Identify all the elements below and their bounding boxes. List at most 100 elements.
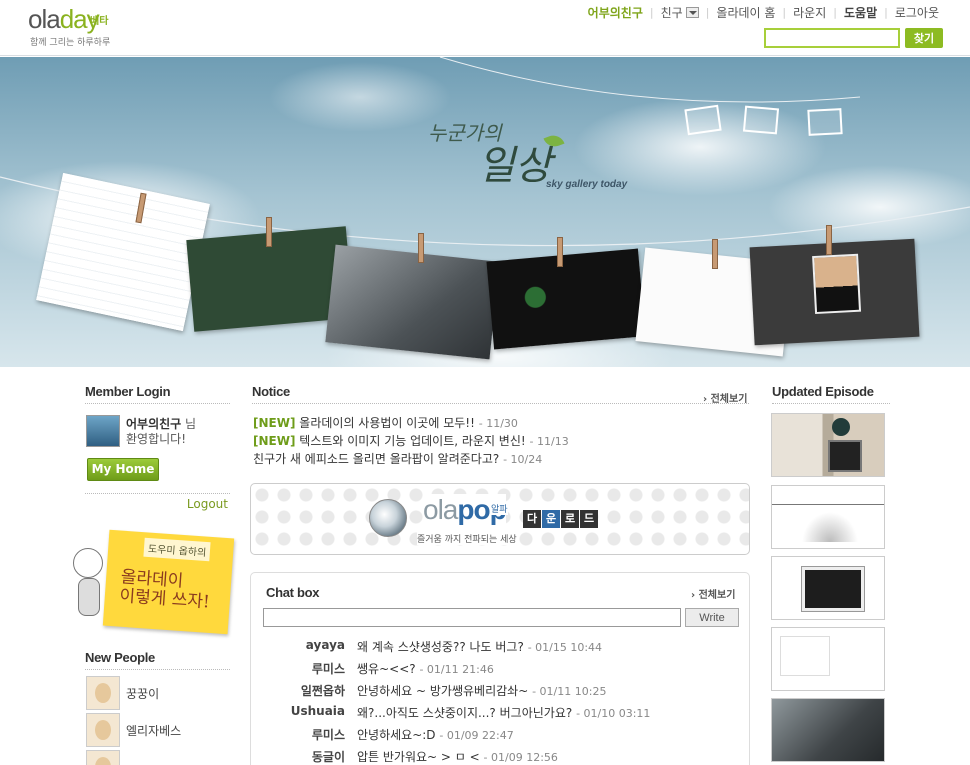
- notice-date: - 11/13: [529, 435, 569, 448]
- chat-row: Ushuaia 왜?...아직도 스샷중이지...? 버그아닌가요? - 01/…: [251, 704, 751, 722]
- chat-message: 왜?...아직도 스샷중이지...? 버그아닌가요? - 01/10 03:11: [357, 704, 650, 721]
- chat-row: ayaya 왜 계속 스샷생성중?? 나도 버그? - 01/15 10:44: [251, 638, 751, 656]
- top-header: oladay 베타 함께 그리는 하루하루 어부의친구 | 친구 | 올라데이 …: [0, 0, 970, 56]
- brand-tagline: 함께 그리는 하루하루: [30, 38, 111, 48]
- chat-user[interactable]: 동글이: [312, 748, 345, 765]
- welcome-text: 환영합니다!: [126, 432, 187, 446]
- notice-item[interactable]: [NEW] 텍스트와 이미지 기능 업데이트, 라운지 변신! - 11/13: [253, 432, 569, 449]
- nav-friends-label: 친구: [660, 6, 683, 20]
- olapop-banner[interactable]: olapop 알파 즐거움 까지 전파되는 세상 다 운 로 드: [250, 483, 750, 555]
- chat-message: 압튼 반가워요~ > ㅁ < - 01/09 12:56: [357, 748, 558, 765]
- avatar[interactable]: [86, 415, 120, 447]
- chat-message-text: 안녕하세요~:D: [357, 728, 436, 742]
- thumb-detail: [772, 504, 884, 505]
- notice-item[interactable]: [NEW] 올라데이의 사용법이 이곳에 모두!! - 11/30: [253, 414, 518, 431]
- chat-input[interactable]: [263, 608, 681, 627]
- member-username: 어부의친구: [126, 417, 182, 431]
- download-char: 운: [542, 510, 560, 528]
- olapop-logo-ola: ola: [423, 494, 458, 525]
- chat-message: 왜 계속 스샷생성중?? 나도 버그? - 01/15 10:44: [357, 638, 602, 655]
- nav-help-link[interactable]: 도움말: [837, 4, 884, 21]
- oladay-logo[interactable]: oladay: [28, 4, 100, 35]
- person-avatar: [86, 676, 120, 710]
- download-char: 드: [580, 510, 598, 528]
- search-button[interactable]: 찾기: [905, 28, 943, 48]
- chat-message-text: 압튼 반가워요~ > ㅁ <: [357, 750, 480, 764]
- chat-row: 동글이 압튼 반가워요~ > ㅁ < - 01/09 12:56: [251, 748, 751, 765]
- hero-subtitle: sky gallery today: [546, 179, 628, 190]
- chat-more-link[interactable]: 전체보기: [691, 586, 736, 601]
- episode-thumbnail[interactable]: [771, 627, 885, 691]
- myhome-button[interactable]: My Home: [87, 458, 159, 481]
- notice-date: - 11/30: [478, 417, 518, 430]
- thumb-detail: [780, 636, 830, 676]
- chat-message-text: 쌩유~<<?: [357, 662, 416, 676]
- nav-friends-link[interactable]: 친구: [654, 4, 706, 21]
- notice-text: 친구가 새 에피소드 올리면 올라팝이 알려준다고?: [253, 452, 500, 466]
- beta-badge: 베타: [90, 16, 109, 27]
- new-badge: [NEW]: [253, 434, 296, 448]
- chat-date: - 01/09 22:47: [439, 729, 514, 742]
- search-input[interactable]: [764, 28, 900, 48]
- notice-text: 올라데이의 사용법이 이곳에 모두!!: [299, 416, 475, 430]
- top-navigation: 어부의친구 | 친구 | 올라데이 홈 | 라운지 | 도움말 | 로그아웃: [581, 4, 946, 21]
- mini-frame: [742, 105, 780, 135]
- chat-row: 일쩐옵하 안녕하세요 ~ 방가쌩유베리감솨~ - 01/11 10:25: [251, 682, 751, 700]
- chat-message-text: 안녕하세요 ~ 방가쌩유베리감솨~: [357, 684, 529, 698]
- member-suffix: 님: [185, 417, 197, 431]
- chat-message: 안녕하세요~:D - 01/09 22:47: [357, 726, 514, 743]
- person-name: 엘리자베스: [126, 724, 182, 738]
- howto-title: 올라데이 이렇게 쓰자!: [119, 567, 231, 614]
- chat-user[interactable]: Ushuaia: [291, 704, 345, 718]
- new-badge: [NEW]: [253, 416, 296, 430]
- person-name: 꿍꿍이: [126, 687, 160, 701]
- nav-logout-link[interactable]: 로그아웃: [888, 4, 946, 21]
- olapop-subtitle: 즐거움 까지 전파되는 세상: [417, 532, 517, 545]
- gallery-photo[interactable]: [325, 244, 500, 360]
- nav-user-link[interactable]: 어부의친구: [581, 4, 650, 21]
- olapop-alpha: 알파: [491, 502, 508, 515]
- howto-banner[interactable]: 도우미 옵하의 올라데이 이렇게 쓰자!: [68, 528, 235, 636]
- nav-lounge-link[interactable]: 라운지: [786, 4, 833, 21]
- chat-row: 루미스 안녕하세요~:D - 01/09 22:47: [251, 726, 751, 744]
- gallery-photo[interactable]: [486, 248, 646, 350]
- thumb-detail: [802, 567, 864, 611]
- chat-heading: Chat box: [266, 585, 320, 600]
- episode-thumbnail[interactable]: [771, 556, 885, 620]
- divider: [85, 493, 230, 494]
- episode-thumbnail[interactable]: [771, 485, 885, 549]
- portrait-image: [812, 253, 862, 315]
- thumb-detail: [802, 512, 858, 542]
- new-people-heading: New People: [85, 650, 230, 670]
- logo-ola: ola: [28, 4, 61, 34]
- chevron-down-icon[interactable]: [685, 7, 699, 18]
- notice-heading: Notice: [252, 384, 749, 404]
- chat-date: - 01/11 10:25: [532, 685, 607, 698]
- chat-user[interactable]: ayaya: [306, 638, 345, 652]
- notice-item[interactable]: 친구가 새 에피소드 올리면 올라팝이 알려준다고? - 10/24: [253, 450, 542, 467]
- chat-user[interactable]: 루미스: [312, 726, 345, 743]
- logout-link[interactable]: Logout: [187, 497, 228, 511]
- write-button[interactable]: Write: [685, 608, 739, 627]
- hero-title-large: 일상: [478, 143, 552, 189]
- chat-box: Chat box 전체보기 Write ayaya 왜 계속 스샷생성중?? 나…: [250, 572, 750, 765]
- updated-episode-heading: Updated Episode: [772, 384, 890, 404]
- webcam-icon: [369, 499, 407, 537]
- chat-row: 루미스 쌩유~<<? - 01/11 21:46: [251, 660, 751, 678]
- chat-user[interactable]: 루미스: [312, 660, 345, 677]
- notice-more-link[interactable]: 전체보기: [703, 390, 748, 405]
- gallery-photo[interactable]: [749, 238, 920, 346]
- episode-thumbnail[interactable]: [771, 413, 885, 477]
- thumb-detail: [832, 418, 850, 436]
- clothespin: [712, 239, 718, 269]
- episode-thumbnail[interactable]: [771, 698, 885, 762]
- thumb-detail: [828, 440, 862, 472]
- chat-user[interactable]: 일쩐옵하: [301, 682, 345, 699]
- nav-home-link[interactable]: 올라데이 홈: [709, 4, 782, 21]
- chat-message: 안녕하세요 ~ 방가쌩유베리감솨~ - 01/11 10:25: [357, 682, 606, 699]
- clothespin: [557, 237, 563, 267]
- download-char: 로: [561, 510, 579, 528]
- chat-date: - 01/10 03:11: [576, 707, 651, 720]
- download-button[interactable]: 다 운 로 드: [523, 510, 599, 528]
- notice-text: 텍스트와 이미지 기능 업데이트, 라운지 변신!: [299, 434, 526, 448]
